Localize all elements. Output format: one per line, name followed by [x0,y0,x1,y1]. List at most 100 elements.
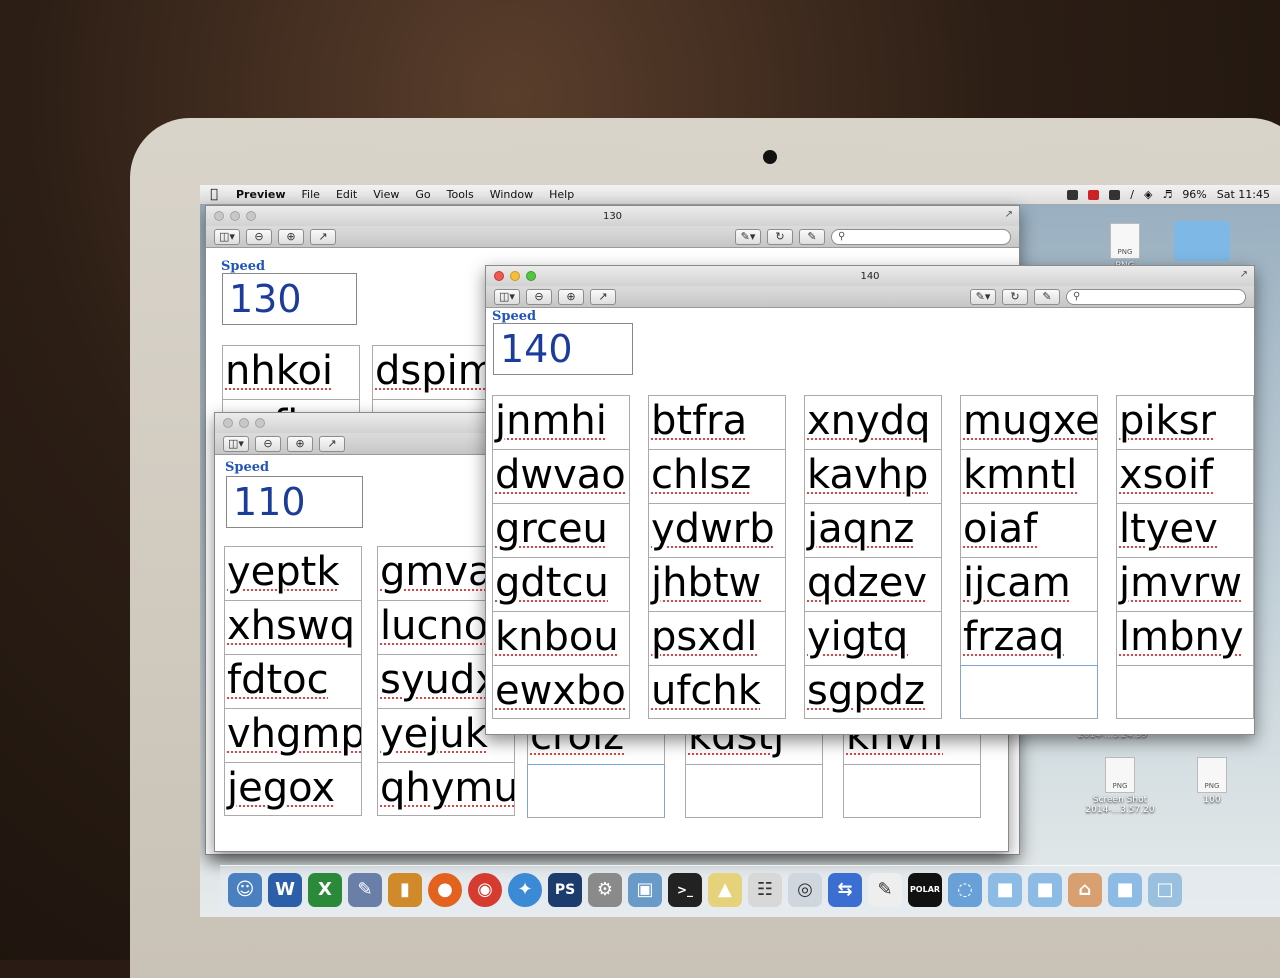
word-cell[interactable]: jaqnz [804,503,942,557]
window-titlebar[interactable]: 140 ↗ [486,266,1254,286]
word-cell[interactable]: qdzev [804,557,942,611]
dock-script-editor-icon[interactable]: ✎ [348,872,382,907]
menu-file[interactable]: File [294,188,328,201]
word-cell[interactable] [843,764,981,818]
word-cell[interactable]: piksr [1116,395,1254,449]
word-cell[interactable]: yigtq [804,611,942,665]
word-cell[interactable]: psxdl [648,611,786,665]
minimize-button[interactable] [510,271,520,281]
word-cell[interactable]: jegox [224,762,362,816]
zoom-button[interactable] [526,271,536,281]
search-input[interactable]: ⚲ [831,228,1011,245]
menu-tools[interactable]: Tools [439,188,482,201]
empty-word-cell[interactable] [527,764,665,818]
word-cell[interactable]: sgpdz [804,665,942,719]
word-cell[interactable]: qhymu [377,762,515,816]
word-cell[interactable]: kavhp [804,449,942,503]
dock-photoshop-icon[interactable]: PS [548,872,582,907]
clock[interactable]: Sat 11:45 [1217,188,1270,201]
word-cell[interactable]: dwvao [492,449,630,503]
dock-app-icon[interactable]: ⇆ [828,872,862,907]
word-cell[interactable]: nhkoi [222,345,360,399]
menu-window[interactable]: Window [482,188,541,201]
sidebar-toggle-icon[interactable]: ◫▾ [214,228,240,245]
dock-firefox-icon[interactable]: ● [428,872,462,907]
word-cell[interactable]: jhbtw [648,557,786,611]
word-cell[interactable]: kmntl [960,449,1098,503]
wifi-icon[interactable]: ◈ [1144,188,1152,201]
desktop-folder[interactable] [1172,221,1232,261]
word-cell[interactable]: ydwrb [648,503,786,557]
share-icon[interactable]: ↗ [310,228,336,245]
word-cell[interactable]: jnmhi [492,395,630,449]
rotate-icon[interactable]: ↻ [1002,288,1028,305]
sidebar-toggle-icon[interactable]: ◫▾ [223,435,249,452]
word-cell[interactable]: ijcam [960,557,1098,611]
desktop-png-file[interactable]: PNG [1095,223,1155,271]
fullscreen-icon[interactable]: ↗ [1005,209,1013,220]
preview-window-140[interactable]: 140 ↗ ◫▾ ⊖ ⊕ ↗ ✎▾ ↻ ✎ ⚲ Speed 140 jnmhi … [485,265,1255,735]
word-cell[interactable]: fdtoc [224,654,362,708]
zoom-button[interactable] [246,211,256,221]
zoom-out-icon[interactable]: ⊖ [526,288,552,305]
dock-folder-icon[interactable]: ■ [1108,872,1142,907]
word-cell[interactable]: ltyev [1116,503,1254,557]
menu-view[interactable]: View [365,188,407,201]
record-icon[interactable] [1088,189,1100,200]
binoculars-icon[interactable] [1109,189,1121,200]
dock-preview-icon[interactable]: ▣ [628,872,662,907]
zoom-in-icon[interactable]: ⊕ [558,288,584,305]
word-cell[interactable]: mugxe [960,395,1098,449]
close-button[interactable] [223,418,233,428]
annotate-icon[interactable]: ✎▾ [970,288,996,305]
rotate-icon[interactable]: ↻ [767,228,793,245]
dock-terminal-icon[interactable]: >_ [668,872,702,907]
word-cell[interactable]: grceu [492,503,630,557]
dock-webcam-icon[interactable]: ◎ [788,872,822,907]
word-cell[interactable]: knbou [492,611,630,665]
volume-icon[interactable]: ♬ [1162,188,1172,201]
edit-icon[interactable]: ✎ [799,228,825,245]
dock-home-icon[interactable]: ⌂ [1068,872,1102,907]
close-button[interactable] [494,271,504,281]
word-cell[interactable]: btfra [648,395,786,449]
edit-icon[interactable]: ✎ [1034,288,1060,305]
word-cell[interactable]: xnydq [804,395,942,449]
search-input[interactable]: ⚲ [1066,288,1246,305]
word-cell[interactable]: oiaf [960,503,1098,557]
dock-excel-icon[interactable]: X [308,872,342,907]
zoom-out-icon[interactable]: ⊖ [246,228,272,245]
word-cell[interactable] [1116,665,1254,719]
dock-polar-icon[interactable]: POLAR [908,872,942,907]
zoom-in-icon[interactable]: ⊕ [278,228,304,245]
window-titlebar[interactable]: 130 ↗ [206,206,1019,226]
word-cell[interactable]: vhgmp [224,708,362,762]
word-cell[interactable]: chlsz [648,449,786,503]
dock-app-icon[interactable]: ☷ [748,872,782,907]
word-cell[interactable]: xsoif [1116,449,1254,503]
word-cell[interactable]: lmbny [1116,611,1254,665]
dock-system-prefs-icon[interactable]: ⚙ [588,872,622,907]
desktop-screenshot-2[interactable]: Screen Shot 2014-...3.57.20 [1080,757,1160,815]
zoom-button[interactable] [255,418,265,428]
word-cell[interactable]: ewxbo [492,665,630,719]
dock-app-icon[interactable]: ◌ [948,872,982,907]
share-icon[interactable]: ↗ [319,435,345,452]
apple-icon[interactable]:  [200,187,228,202]
dock-folder-icon[interactable]: ■ [1028,872,1062,907]
minimize-button[interactable] [239,418,249,428]
zoom-in-icon[interactable]: ⊕ [287,435,313,452]
dock-safari-icon[interactable]: ✦ [508,872,542,907]
sidebar-toggle-icon[interactable]: ◫▾ [494,288,520,305]
dock-finder-icon[interactable]: ☺ [228,872,262,907]
desktop-png-100[interactable]: 100 [1182,757,1242,805]
menu-go[interactable]: Go [407,188,438,201]
annotate-icon[interactable]: ✎▾ [735,228,761,245]
menu-edit[interactable]: Edit [328,188,365,201]
dock-charts-icon[interactable]: ▮ [388,872,422,907]
dock-folder-icon[interactable]: ■ [988,872,1022,907]
battery-percent[interactable]: 96% [1182,188,1206,201]
bluetooth-icon[interactable]: ∕ [1130,188,1134,201]
dock-chrome-icon[interactable]: ◉ [468,872,502,907]
menu-preview[interactable]: Preview [228,188,294,201]
